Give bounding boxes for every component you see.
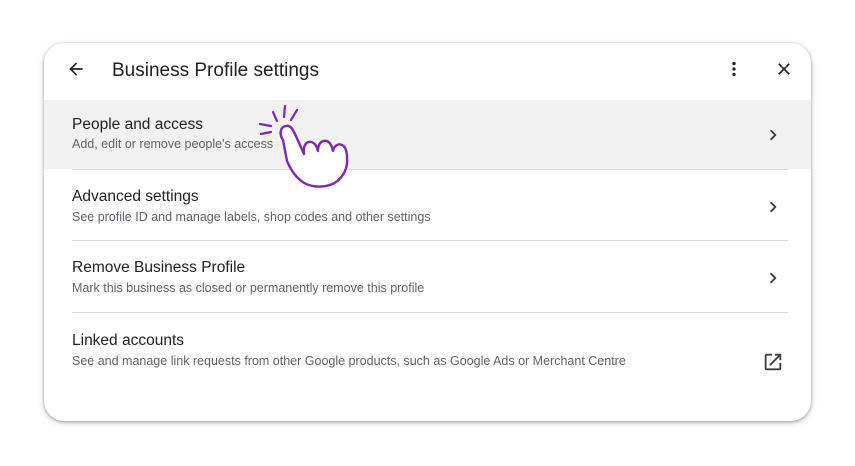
chevron-right-icon bbox=[760, 122, 786, 148]
item-subtitle: See and manage link requests from other … bbox=[72, 354, 626, 368]
item-subtitle: Mark this business as closed or permanen… bbox=[72, 281, 425, 295]
settings-item-people-and-access[interactable]: People and access Add, edit or remove pe… bbox=[44, 100, 811, 169]
item-subtitle: Add, edit or remove people's access bbox=[72, 137, 274, 151]
settings-item-advanced-settings[interactable]: Advanced settings See profile ID and man… bbox=[44, 170, 811, 240]
item-title: Remove Business Profile bbox=[72, 259, 246, 276]
more-options-button[interactable] bbox=[720, 57, 748, 85]
settings-item-linked-accounts[interactable]: Linked accounts See and manage link requ… bbox=[44, 313, 811, 413]
chevron-right-icon bbox=[760, 194, 786, 220]
back-button[interactable] bbox=[62, 57, 90, 85]
open-in-new-icon bbox=[760, 349, 786, 375]
chevron-right-icon bbox=[760, 265, 786, 291]
item-title: People and access bbox=[72, 116, 203, 133]
arrow-left-icon bbox=[66, 59, 86, 84]
page-title: Business Profile settings bbox=[112, 60, 319, 81]
close-icon bbox=[774, 59, 794, 84]
settings-item-remove-business-profile[interactable]: Remove Business Profile Mark this busine… bbox=[44, 241, 811, 312]
settings-dialog: Business Profile settings People and acc… bbox=[44, 43, 811, 421]
item-title: Linked accounts bbox=[72, 332, 185, 349]
dialog-header: Business Profile settings bbox=[44, 43, 811, 99]
more-vert-icon bbox=[724, 59, 744, 84]
close-button[interactable] bbox=[770, 57, 798, 85]
item-title: Advanced settings bbox=[72, 188, 199, 205]
item-subtitle: See profile ID and manage labels, shop c… bbox=[72, 210, 431, 224]
